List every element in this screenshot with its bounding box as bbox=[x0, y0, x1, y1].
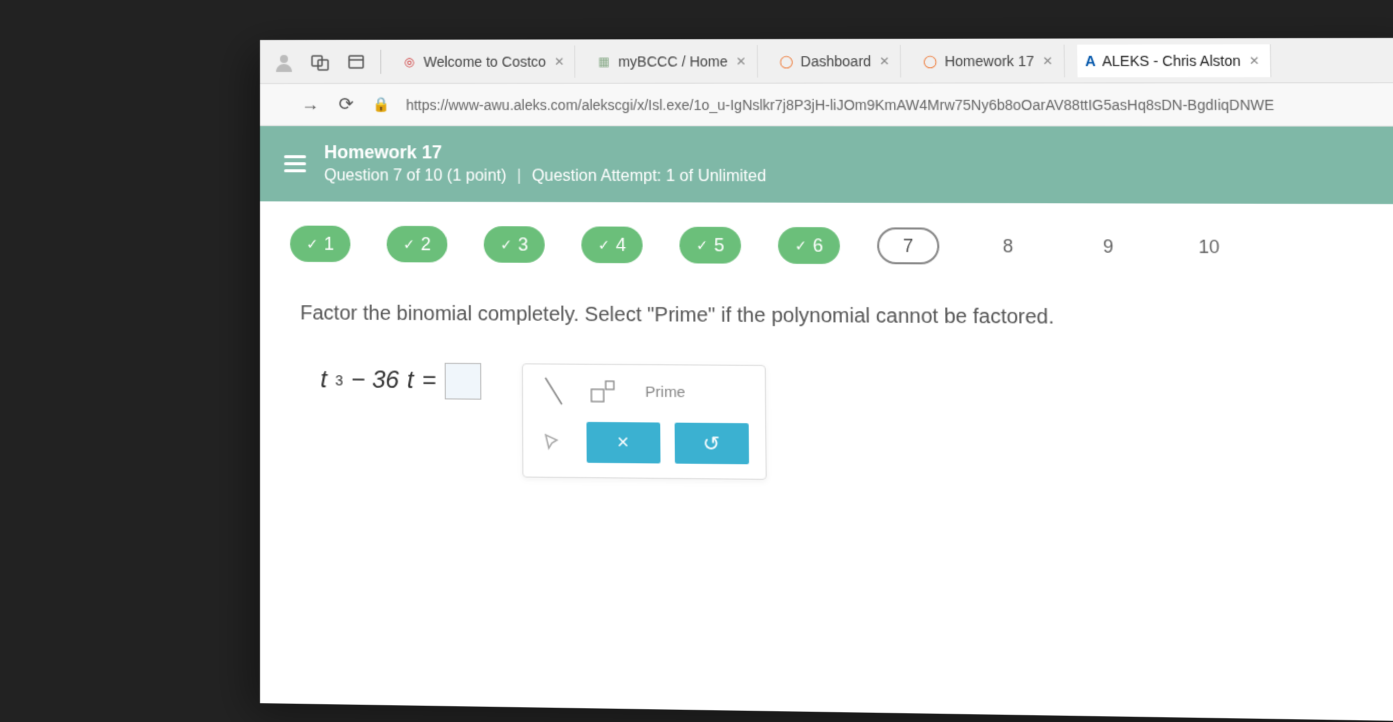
tab-homework17[interactable]: ◯ Homework 17 ✕ bbox=[913, 44, 1064, 77]
tab-aleks[interactable]: A ALEKS - Chris Alston ✕ bbox=[1077, 44, 1272, 77]
expr-var: t bbox=[320, 366, 327, 394]
expr-mid: − 36 bbox=[351, 366, 399, 395]
question-pill-7[interactable]: 7 bbox=[877, 227, 940, 264]
close-icon[interactable]: ✕ bbox=[1040, 53, 1055, 67]
question-pill-10[interactable]: 10 bbox=[1177, 228, 1241, 265]
question-count: Question 7 of 10 (1 point) bbox=[324, 167, 506, 184]
site-icon: ◎ bbox=[401, 53, 417, 69]
pill-number: 7 bbox=[903, 235, 914, 257]
reset-button[interactable]: ↺ bbox=[674, 423, 748, 465]
tab-costco[interactable]: ◎ Welcome to Costco ✕ bbox=[393, 45, 575, 77]
expr-var2: t bbox=[407, 367, 414, 395]
check-icon: ✓ bbox=[696, 236, 708, 253]
question-nav: ✓ 1 ✓ 2 ✓ 3 ✓ 4 ✓ 5 ✓ 6 7 8 9 bbox=[260, 201, 1393, 297]
close-icon[interactable]: ✕ bbox=[552, 54, 566, 68]
check-icon: ✓ bbox=[403, 236, 415, 253]
tab-label: Dashboard bbox=[801, 53, 872, 69]
expression: t3 − 36t = bbox=[320, 362, 481, 400]
reload-icon[interactable]: ⟳ bbox=[336, 94, 356, 114]
browser-titlebar: ◎ Welcome to Costco ✕ ▦ myBCCC / Home ✕ … bbox=[260, 38, 1393, 84]
close-icon[interactable]: ✕ bbox=[877, 54, 892, 68]
assignment-header: Homework 17 Question 7 of 10 (1 point) |… bbox=[260, 126, 1393, 204]
fraction-tool-icon[interactable] bbox=[539, 375, 568, 408]
question-pill-4[interactable]: ✓ 4 bbox=[581, 226, 642, 263]
pill-number: 5 bbox=[714, 234, 724, 255]
question-pill-8[interactable]: 8 bbox=[977, 228, 1040, 265]
pill-number: 9 bbox=[1103, 236, 1114, 258]
workspaces-icon[interactable] bbox=[308, 49, 332, 73]
attempt-info: Question Attempt: 1 of Unlimited bbox=[532, 168, 767, 186]
site-icon: ◯ bbox=[778, 53, 795, 69]
tab-label: Welcome to Costco bbox=[424, 53, 546, 69]
exponent-tool-icon[interactable] bbox=[588, 375, 617, 408]
question-pill-6[interactable]: ✓ 6 bbox=[778, 227, 840, 264]
close-icon[interactable]: ✕ bbox=[734, 54, 749, 68]
browser-window: ◎ Welcome to Costco ✕ ▦ myBCCC / Home ✕ … bbox=[260, 38, 1393, 722]
pill-number: 2 bbox=[421, 234, 431, 255]
question-pill-5[interactable]: ✓ 5 bbox=[679, 227, 741, 264]
pill-number: 6 bbox=[813, 235, 824, 256]
clear-button[interactable]: × bbox=[586, 422, 660, 464]
separator: | bbox=[517, 168, 521, 185]
tab-dashboard[interactable]: ◯ Dashboard ✕ bbox=[770, 44, 902, 77]
cursor-icon bbox=[539, 430, 564, 455]
forward-icon[interactable]: → bbox=[300, 94, 320, 114]
question-pill-1[interactable]: ✓ 1 bbox=[290, 226, 350, 263]
tool-row-bottom: × ↺ bbox=[539, 422, 749, 465]
expr-eq: = bbox=[422, 367, 436, 396]
expr-exponent: 3 bbox=[335, 372, 343, 388]
answer-input[interactable] bbox=[444, 363, 481, 400]
tool-row-top: Prime bbox=[539, 375, 748, 409]
check-icon: ✓ bbox=[795, 237, 807, 254]
reset-icon: ↺ bbox=[703, 431, 720, 457]
pill-number: 3 bbox=[518, 234, 528, 255]
tab-label: myBCCC / Home bbox=[618, 53, 728, 69]
url-text[interactable]: https://www-awu.aleks.com/alekscgi/x/Isl… bbox=[406, 96, 1385, 112]
question-pill-9[interactable]: 9 bbox=[1077, 228, 1140, 265]
pill-number: 10 bbox=[1198, 236, 1219, 258]
check-icon: ✓ bbox=[500, 236, 512, 253]
question-info: Question 7 of 10 (1 point) | Question At… bbox=[324, 167, 766, 186]
work-area: t3 − 36t = Prime bbox=[300, 362, 1392, 486]
question-prompt: Factor the binomial completely. Select "… bbox=[300, 302, 1389, 331]
lock-icon: 🔒 bbox=[372, 96, 390, 113]
homework-title: Homework 17 bbox=[324, 142, 766, 164]
tab-label: Homework 17 bbox=[944, 52, 1034, 68]
hamburger-icon[interactable] bbox=[284, 155, 306, 172]
question-pill-3[interactable]: ✓ 3 bbox=[484, 226, 545, 263]
pill-number: 1 bbox=[324, 233, 334, 254]
tab-label: ALEKS - Chris Alston bbox=[1102, 52, 1241, 69]
close-icon[interactable]: ✕ bbox=[1247, 53, 1262, 67]
address-bar: → ⟳ 🔒 https://www-awu.aleks.com/alekscgi… bbox=[260, 83, 1393, 126]
question-content: Factor the binomial completely. Select "… bbox=[260, 292, 1393, 528]
header-text: Homework 17 Question 7 of 10 (1 point) |… bbox=[324, 142, 766, 186]
pill-number: 4 bbox=[616, 234, 626, 255]
tabactions-icon[interactable] bbox=[344, 49, 368, 73]
math-toolbox: Prime × ↺ bbox=[521, 363, 766, 480]
aleks-brand-icon: A bbox=[1085, 52, 1096, 68]
tab-mybccc[interactable]: ▦ myBCCC / Home ✕ bbox=[588, 45, 758, 78]
check-icon: ✓ bbox=[306, 235, 318, 252]
prime-button[interactable]: Prime bbox=[637, 379, 694, 405]
x-icon: × bbox=[617, 431, 629, 455]
pill-number: 8 bbox=[1003, 235, 1014, 257]
divider bbox=[380, 49, 381, 73]
site-icon: ◯ bbox=[922, 52, 939, 68]
profile-icon[interactable] bbox=[272, 49, 296, 73]
check-icon: ✓ bbox=[598, 236, 610, 253]
question-pill-2[interactable]: ✓ 2 bbox=[387, 226, 448, 263]
site-icon: ▦ bbox=[596, 53, 612, 69]
